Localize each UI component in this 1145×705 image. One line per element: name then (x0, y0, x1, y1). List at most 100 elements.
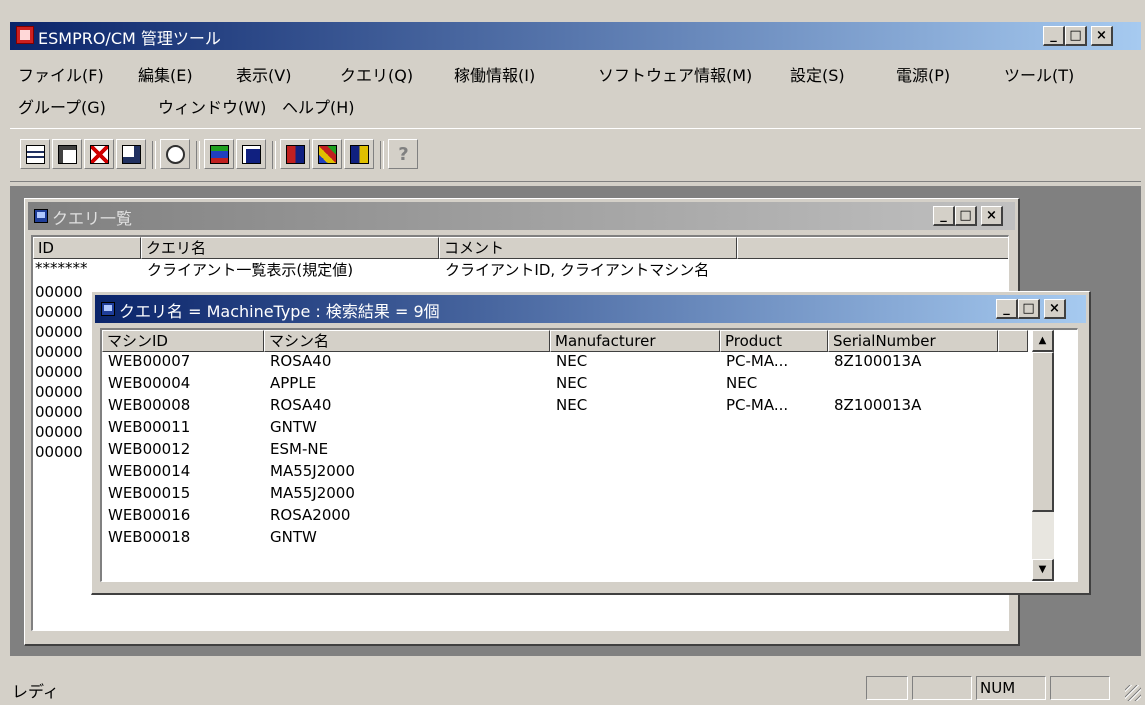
status-panel (1050, 676, 1110, 700)
product: PC-MA... (726, 396, 789, 414)
query-id[interactable]: 00000 (35, 303, 83, 321)
app-icon[interactable] (16, 26, 34, 44)
search-button[interactable] (116, 139, 146, 169)
menu-group[interactable]: グループ(G) (18, 94, 106, 118)
menu-query[interactable]: クエリ(Q) (340, 62, 413, 86)
monitor-icon (242, 145, 261, 164)
machine-id: WEB00018 (108, 528, 191, 546)
query-id[interactable]: 00000 (35, 443, 83, 461)
menu-help[interactable]: ヘルプ(H) (282, 94, 355, 118)
title-bar[interactable]: ESMPRO/CM 管理ツール _ □ × (10, 22, 1141, 50)
monitor-button[interactable] (236, 139, 266, 169)
menu-operation-info[interactable]: 稼働情報(I) (454, 62, 535, 86)
manufacturer: NEC (556, 396, 588, 414)
product: NEC (726, 374, 758, 392)
menu-settings[interactable]: 設定(S) (790, 62, 845, 86)
query-list-titlebar[interactable]: クエリ一覧 _ □ × (28, 202, 1015, 230)
machine-name: GNTW (270, 528, 317, 546)
column-header-id[interactable]: ID (33, 237, 141, 259)
column-header-filler (998, 330, 1028, 352)
help-icon: ? (398, 144, 409, 165)
query-comment: クライアントID, クライアントマシン名 (445, 261, 710, 279)
query-list-title: クエリ一覧 (52, 209, 133, 228)
machine-id: WEB00011 (108, 418, 191, 436)
column-header-machine-id[interactable]: マシンID (102, 330, 264, 352)
menu-power[interactable]: 電源(P) (896, 62, 950, 86)
client-list-icon (26, 145, 45, 164)
column-header-machine-name[interactable]: マシン名 (264, 330, 550, 352)
result-vertical-scrollbar[interactable]: ▲ ▼ (1032, 330, 1054, 581)
network-icon (318, 145, 337, 164)
result-close-button[interactable]: × (1044, 299, 1066, 319)
scroll-up-button[interactable]: ▲ (1032, 330, 1054, 352)
num-lock-indicator: NUM (976, 676, 1046, 700)
toolbar-separator (152, 141, 156, 169)
column-header-query-name[interactable]: クエリ名 (141, 237, 439, 259)
resize-grip-icon[interactable] (1125, 685, 1141, 701)
delete-client-button[interactable] (84, 139, 114, 169)
query-id[interactable]: 00000 (35, 423, 83, 441)
monitor-report-button[interactable] (204, 139, 234, 169)
close-button[interactable]: × (1091, 26, 1113, 46)
status-panel (912, 676, 972, 700)
column-header-comment[interactable]: コメント (439, 237, 737, 259)
result-maximize-button[interactable]: □ (1018, 299, 1040, 319)
product: PC-MA... (726, 352, 789, 370)
machine-id: WEB00015 (108, 484, 191, 502)
network-button[interactable] (312, 139, 342, 169)
query-id[interactable]: 00000 (35, 323, 83, 341)
result-minimize-button[interactable]: _ (996, 299, 1018, 319)
menu-software-info[interactable]: ソフトウェア情報(M) (598, 62, 752, 86)
query-result-window-icon (101, 302, 115, 316)
minimize-button[interactable]: _ (1043, 26, 1065, 46)
menu-window[interactable]: ウィンドウ(W) (158, 94, 266, 118)
client-list-button[interactable] (20, 139, 50, 169)
column-header-serial-number[interactable]: SerialNumber (828, 330, 998, 352)
schedule-button[interactable] (344, 139, 374, 169)
scroll-thumb[interactable] (1032, 352, 1054, 512)
delete-icon (90, 145, 109, 164)
menu-bar: ファイル(F) 編集(E) 表示(V) クエリ(Q) 稼働情報(I) ソフトウェ… (10, 56, 1141, 126)
query-result-button[interactable] (280, 139, 310, 169)
menu-file[interactable]: ファイル(F) (18, 62, 104, 86)
mdi-workspace: クエリ一覧 _ □ × ID クエリ名 コメント ******* クライアント一… (10, 186, 1141, 656)
maximize-button[interactable]: □ (1065, 26, 1087, 46)
menu-view[interactable]: 表示(V) (236, 62, 291, 86)
signature-button[interactable] (160, 139, 190, 169)
machine-name: ROSA40 (270, 352, 332, 370)
help-button[interactable]: ? (388, 139, 418, 169)
query-id[interactable]: 00000 (35, 383, 83, 401)
serial-number: 8Z100013A (834, 396, 922, 414)
client-properties-button[interactable] (52, 139, 82, 169)
query-id[interactable]: 00000 (35, 403, 83, 421)
manufacturer: NEC (556, 352, 588, 370)
query-result-title: クエリ名 = MachineType : 検索結果 = 9個 (119, 302, 440, 321)
status-text: レディ (12, 682, 59, 701)
column-header-manufacturer[interactable]: Manufacturer (550, 330, 720, 352)
machine-name: ROSA2000 (270, 506, 351, 524)
query-id[interactable]: 00000 (35, 343, 83, 361)
manufacturer: NEC (556, 374, 588, 392)
query-result-titlebar[interactable]: クエリ名 = MachineType : 検索結果 = 9個 _ □ × (95, 295, 1086, 323)
query-list-maximize-button[interactable]: □ (955, 206, 977, 226)
column-header-extra[interactable] (737, 237, 1008, 259)
query-result-icon (286, 145, 305, 164)
query-id[interactable]: 00000 (35, 363, 83, 381)
machine-id: WEB00008 (108, 396, 191, 414)
machine-id: WEB00004 (108, 374, 191, 392)
menu-edit[interactable]: 編集(E) (138, 62, 193, 86)
column-header-product[interactable]: Product (720, 330, 828, 352)
scroll-down-button[interactable]: ▼ (1032, 559, 1054, 581)
signature-icon (166, 145, 185, 164)
query-id[interactable]: 00000 (35, 283, 83, 301)
query-list-minimize-button[interactable]: _ (933, 206, 955, 226)
menu-tools[interactable]: ツール(T) (1004, 62, 1074, 86)
query-list-close-button[interactable]: × (981, 206, 1003, 226)
query-result-list[interactable]: マシンID マシン名 Manufacturer Product SerialNu… (100, 328, 1078, 582)
machine-name: APPLE (270, 374, 317, 392)
machine-name: ESM-NE (270, 440, 329, 458)
query-result-window[interactable]: クエリ名 = MachineType : 検索結果 = 9個 _ □ × マシン… (91, 291, 1091, 595)
machine-name: MA55J2000 (270, 462, 355, 480)
query-id: ******* (35, 259, 88, 277)
machine-name: MA55J2000 (270, 484, 355, 502)
